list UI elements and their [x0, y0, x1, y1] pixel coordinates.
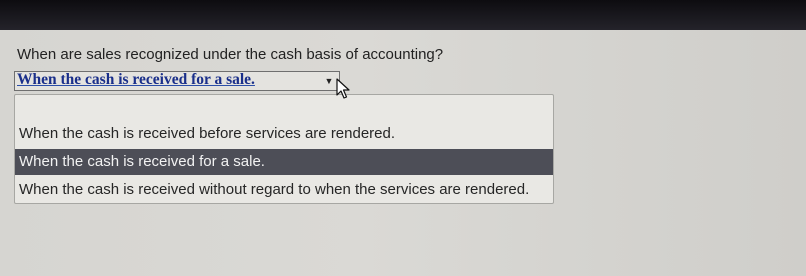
screen-bezel — [0, 0, 806, 30]
question-panel: When are sales recognized under the cash… — [0, 30, 806, 276]
question-text: When are sales recognized under the cash… — [17, 46, 444, 63]
dropdown-list: When the cash is received before service… — [14, 94, 554, 204]
dropdown-option-without-regard[interactable]: When the cash is received without regard… — [15, 177, 553, 203]
dropdown-arrow-icon[interactable]: ▼ — [321, 73, 337, 89]
dropdown-option-before-services[interactable]: When the cash is received before service… — [15, 121, 553, 147]
mouse-cursor-icon — [336, 78, 350, 99]
select-current-value: When the cash is received for a sale. — [17, 71, 255, 88]
dropdown-option-blank[interactable] — [15, 95, 553, 121]
dropdown-option-received-for-sale[interactable]: When the cash is received for a sale. — [15, 149, 553, 175]
answer-select[interactable]: When the cash is received for a sale. ▼ — [14, 71, 340, 91]
